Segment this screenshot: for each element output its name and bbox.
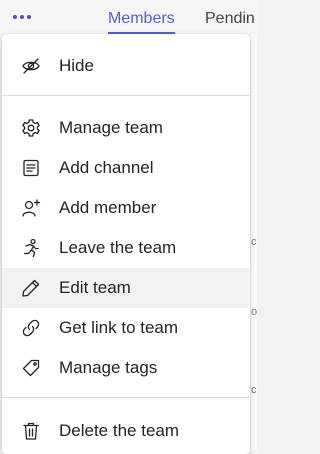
tab-pending[interactable]: Pendin bbox=[205, 10, 255, 28]
trash-icon bbox=[21, 421, 41, 441]
channel-list-icon bbox=[21, 158, 41, 178]
menu-item-label: Add member bbox=[59, 198, 157, 217]
gear-icon bbox=[21, 118, 41, 138]
tab-members[interactable]: Members bbox=[108, 10, 175, 34]
menu-item-leave-team[interactable]: Leave the team bbox=[2, 228, 250, 268]
menu-item-add-member[interactable]: Add member bbox=[2, 188, 250, 228]
background-text-fragment: c bbox=[251, 384, 257, 396]
link-icon bbox=[21, 318, 41, 338]
more-dot bbox=[27, 15, 31, 19]
menu-item-label: Leave the team bbox=[59, 238, 177, 257]
menu-item-label: Add channel bbox=[59, 158, 154, 177]
top-bar: Members Pendin bbox=[0, 0, 257, 34]
menu-item-label: Get link to team bbox=[59, 318, 179, 337]
pencil-icon bbox=[21, 278, 41, 298]
background-text-fragment: c bbox=[251, 236, 257, 248]
menu-item-hide[interactable]: Hide bbox=[2, 46, 250, 86]
more-dot bbox=[20, 15, 24, 19]
tab-members-label: Members bbox=[108, 10, 175, 27]
menu-item-label: Delete the team bbox=[59, 421, 180, 440]
person-add-icon bbox=[21, 198, 41, 218]
menu-item-add-channel[interactable]: Add channel bbox=[2, 148, 250, 188]
menu-item-manage-tags[interactable]: Manage tags bbox=[2, 348, 250, 388]
menu-item-label: Hide bbox=[59, 56, 94, 75]
more-dot bbox=[13, 15, 17, 19]
menu-divider bbox=[2, 397, 250, 398]
menu-item-delete-team[interactable]: Delete the team bbox=[2, 411, 250, 451]
menu-item-label: Manage team bbox=[59, 118, 163, 137]
tag-icon bbox=[21, 358, 41, 378]
menu-item-label: Edit team bbox=[59, 278, 131, 297]
team-context-menu: Hide Manage team Add channel Add member … bbox=[2, 34, 250, 454]
menu-item-manage-team[interactable]: Manage team bbox=[2, 108, 250, 148]
more-options-button[interactable] bbox=[0, 0, 44, 34]
eye-slash-icon bbox=[21, 56, 41, 76]
background-text-fragment: o bbox=[251, 306, 258, 318]
menu-divider bbox=[2, 95, 250, 96]
menu-item-label: Manage tags bbox=[59, 358, 158, 377]
menu-item-edit-team[interactable]: Edit team bbox=[2, 268, 250, 308]
leave-run-icon bbox=[21, 238, 41, 258]
menu-item-get-link[interactable]: Get link to team bbox=[2, 308, 250, 348]
tab-pending-label: Pendin bbox=[205, 10, 255, 27]
